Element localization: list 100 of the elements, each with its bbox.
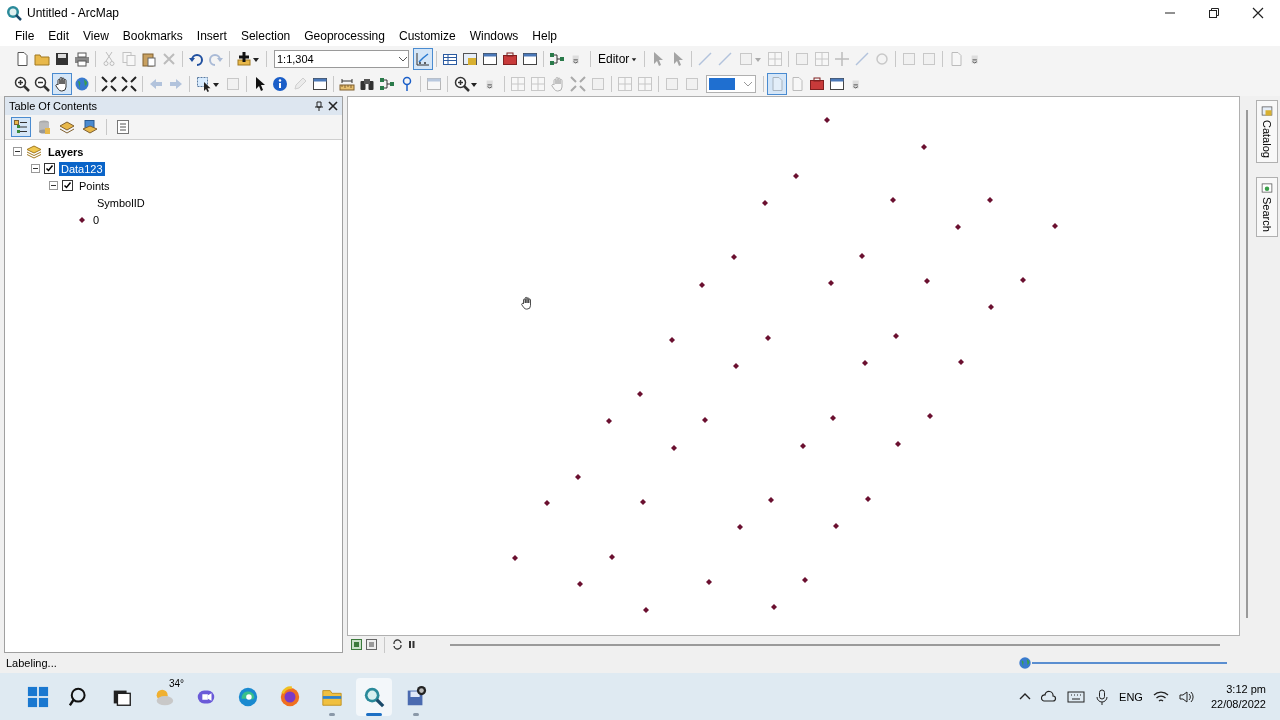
catalog-icon[interactable]	[462, 50, 478, 67]
side-tab[interactable]: Catalog	[1256, 100, 1278, 163]
menu-item[interactable]: Bookmarks	[115, 27, 190, 45]
layers-icon	[26, 144, 42, 159]
options-list-icon[interactable]	[115, 119, 131, 135]
cloud-icon[interactable]	[1041, 688, 1058, 705]
checkbox[interactable]	[62, 180, 73, 191]
save-icon	[405, 685, 427, 708]
scroll-bar[interactable]	[1246, 110, 1248, 618]
point-symbol	[733, 363, 739, 369]
field-name: SymbolID	[96, 196, 145, 209]
menu-item[interactable]: Customize	[391, 27, 463, 45]
scale-field[interactable]: 1:1,304	[274, 49, 409, 68]
point-symbol	[895, 441, 901, 447]
point-symbol	[768, 497, 774, 503]
database-icon[interactable]	[36, 119, 52, 135]
window-icon[interactable]	[829, 75, 845, 92]
point-symbol	[987, 197, 993, 203]
speaker-icon[interactable]	[1178, 689, 1195, 704]
panel-title: Table Of Contents	[9, 100, 99, 112]
globe-icon[interactable]	[74, 75, 90, 92]
taskbar-button[interactable]: 34°	[146, 677, 182, 716]
restore-icon[interactable]	[1206, 5, 1222, 21]
menu-item[interactable]: Insert	[189, 27, 234, 45]
running-indicator	[366, 712, 382, 716]
window-icon[interactable]	[312, 75, 328, 92]
microphone-icon[interactable]	[1095, 688, 1110, 705]
color-dropdown[interactable]	[706, 74, 756, 93]
save-icon[interactable]	[54, 50, 70, 67]
window-icon[interactable]	[522, 50, 538, 67]
menu-item[interactable]: Geoprocessing	[297, 27, 392, 45]
collapse-icon[interactable]	[31, 164, 40, 173]
layers-icon[interactable]	[59, 119, 75, 135]
close-icon[interactable]	[1250, 5, 1266, 21]
temperature: 34°	[168, 677, 184, 689]
refresh-icon[interactable]	[392, 639, 403, 650]
point-symbol	[793, 173, 799, 179]
keyboard-icon[interactable]	[1067, 689, 1086, 704]
point-symbol	[575, 474, 581, 480]
window-title: Untitled - ArcMap	[27, 6, 121, 20]
point-symbol	[544, 500, 550, 506]
arrows-icon[interactable]	[121, 75, 137, 92]
menu-item[interactable]: Selection	[233, 27, 298, 45]
collapse-icon[interactable]	[49, 181, 58, 190]
point-symbol	[893, 333, 899, 339]
arrows-icon[interactable]	[101, 75, 117, 92]
checkbox[interactable]	[44, 163, 55, 174]
menu-item[interactable]: File	[8, 27, 42, 45]
tree-item[interactable]: Layers	[46, 144, 86, 159]
printer-icon[interactable]	[74, 50, 90, 67]
data-view-icon[interactable]	[351, 639, 362, 650]
point-symbol	[606, 418, 612, 424]
pin-icon[interactable]	[314, 101, 324, 111]
windows-logo-icon	[27, 685, 49, 708]
point-symbol	[927, 413, 933, 419]
point-symbol	[833, 523, 839, 529]
clock-date[interactable]: 22/08/2022	[1210, 698, 1266, 710]
zoom-out-icon[interactable]	[34, 75, 50, 92]
tree-item[interactable]: Points	[77, 178, 112, 193]
side-tab[interactable]: Search	[1256, 176, 1278, 237]
point-symbol	[771, 604, 777, 610]
toolbox-icon[interactable]	[502, 50, 518, 67]
close-icon[interactable]	[328, 101, 338, 111]
collapse-icon[interactable]	[13, 147, 22, 156]
menu-item[interactable]: View	[76, 27, 116, 45]
language-indicator[interactable]: ENG	[1119, 690, 1143, 703]
running-indicator	[329, 712, 335, 716]
point-symbol	[890, 197, 896, 203]
menu-item[interactable]: Windows	[462, 27, 526, 45]
select-features-icon[interactable]	[196, 75, 212, 92]
point-symbol	[830, 415, 836, 421]
selection-layers-icon[interactable]	[82, 119, 98, 135]
class-label: 0	[93, 213, 100, 226]
search-window-icon	[1261, 181, 1273, 194]
connector-icon[interactable]	[549, 50, 565, 67]
info-icon[interactable]	[272, 75, 288, 92]
point-symbol	[671, 445, 677, 451]
toolbox-icon[interactable]	[809, 75, 825, 92]
clock-time[interactable]: 3:12 pm	[1226, 683, 1266, 695]
point-symbol	[921, 144, 927, 150]
pause-icon[interactable]	[407, 640, 416, 649]
scroll-bar[interactable]	[450, 643, 1220, 646]
zoom-in-icon[interactable]	[14, 75, 30, 92]
connector-icon[interactable]	[379, 75, 395, 92]
point-symbol	[859, 253, 865, 259]
layout-view-icon[interactable]	[366, 639, 377, 650]
zoom-in-icon[interactable]	[454, 75, 470, 92]
point-symbol	[643, 607, 649, 613]
caret-icon[interactable]	[631, 55, 638, 62]
menu-item[interactable]: Help	[525, 27, 565, 45]
add-data-icon[interactable]	[236, 50, 252, 67]
tree-item[interactable]: Data123	[59, 161, 105, 176]
editor-menu-button[interactable]: Editor	[594, 48, 642, 69]
clipboard-icon[interactable]	[141, 50, 157, 67]
window-icon[interactable]	[482, 50, 498, 67]
point-symbol	[762, 200, 768, 206]
menu-item[interactable]: Edit	[41, 27, 77, 45]
page-icon[interactable]	[14, 50, 30, 67]
point-symbol	[828, 280, 834, 286]
wifi-icon[interactable]	[1152, 689, 1169, 704]
